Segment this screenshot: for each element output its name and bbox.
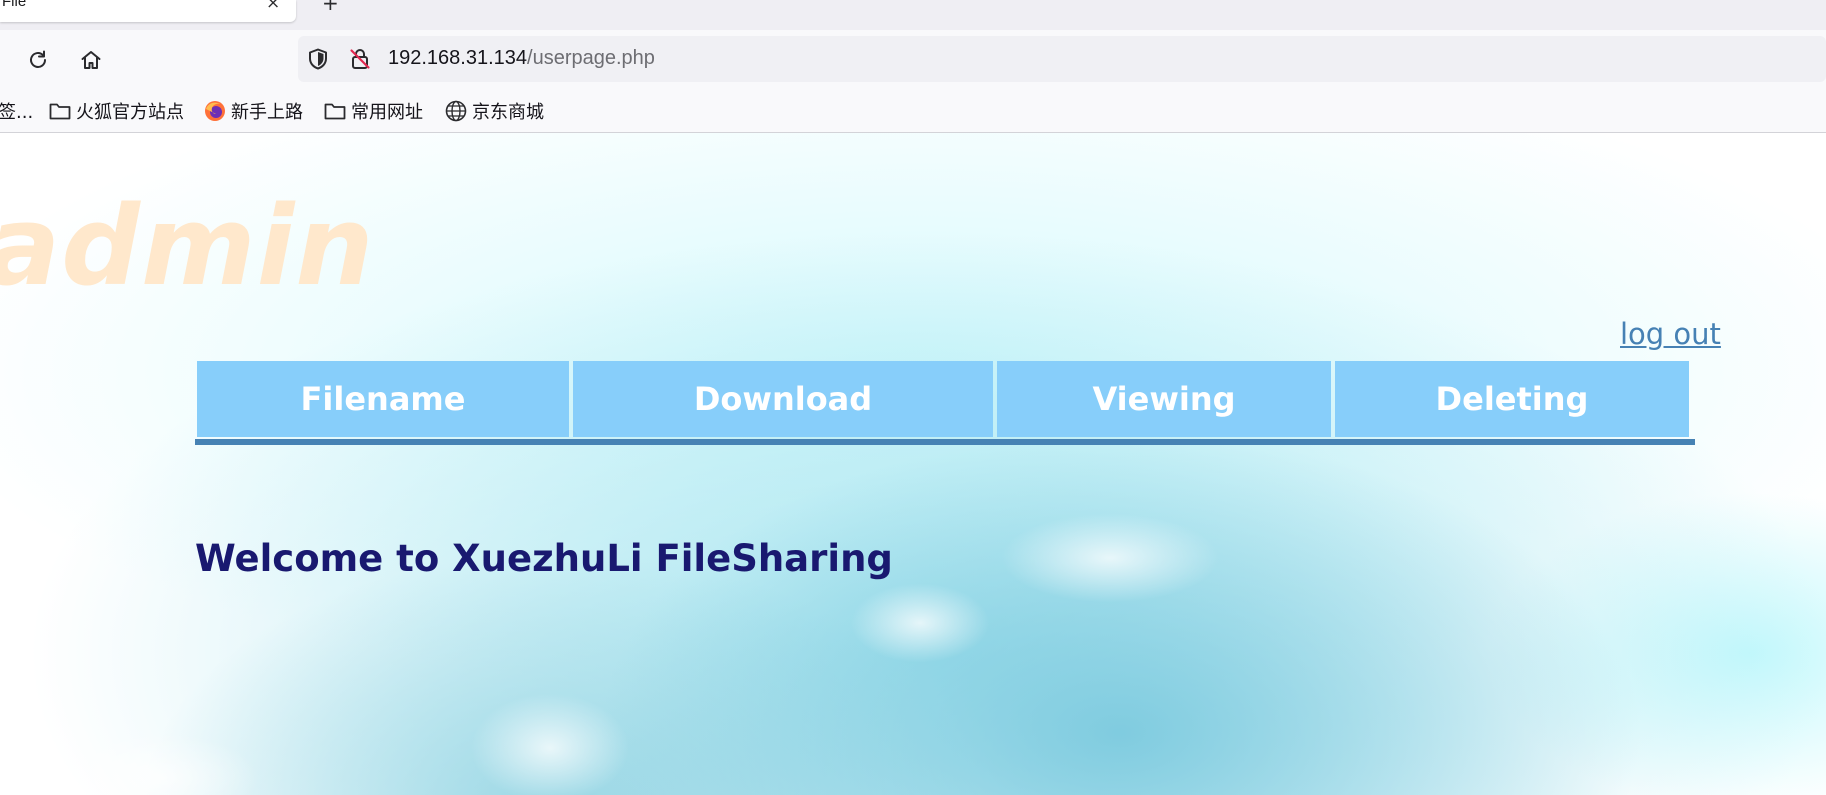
url-text[interactable]: 192.168.31.134/userpage.php — [388, 47, 655, 70]
column-header-deleting: Deleting — [1335, 361, 1689, 437]
cloud-shape — [850, 583, 990, 663]
browser-tab[interactable]: File × — [0, 0, 296, 22]
column-header-download: Download — [573, 361, 993, 437]
bookmark-firefox-official[interactable]: 火狐官方站点 — [49, 98, 184, 124]
new-tab-button[interactable]: + — [322, 0, 339, 15]
home-icon — [81, 51, 101, 69]
username-banner: admin — [0, 182, 375, 310]
bookmark-common-sites[interactable]: 常用网址 — [324, 98, 423, 124]
bookmark-label: 签... — [0, 102, 34, 123]
bookmark-getting-started[interactable]: 新手上路 — [204, 98, 303, 124]
page-content: admin log out Filename Download Viewing … — [0, 133, 1826, 795]
home-button[interactable] — [73, 42, 109, 78]
bookmark-label: 火狐官方站点 — [76, 102, 184, 123]
firefox-icon — [205, 101, 225, 121]
globe-icon — [445, 100, 467, 122]
bookmark-label: 新手上路 — [231, 102, 303, 123]
table-header-rule — [195, 439, 1695, 445]
reload-icon — [30, 50, 46, 68]
bookmark-jd-mall[interactable]: 京东商城 — [445, 98, 544, 124]
address-bar[interactable]: 192.168.31.134/userpage.php — [298, 36, 1826, 82]
welcome-heading: Welcome to XuezhuLi FileSharing — [195, 537, 893, 580]
cloud-shape — [1000, 513, 1220, 603]
url-path: /userpage.php — [527, 47, 655, 69]
logout-link[interactable]: log out — [1620, 317, 1721, 351]
reload-button[interactable] — [20, 42, 56, 78]
bookmarks-toolbar: 签... 火狐官方站点 新手上路 常用网址 京东商城 — [0, 90, 1826, 133]
tab-close-icon[interactable]: × — [266, 0, 280, 13]
insecure-lock-icon[interactable] — [348, 47, 372, 71]
folder-icon — [324, 103, 346, 120]
url-host: 192.168.31.134 — [388, 47, 528, 69]
bookmark-label: 常用网址 — [351, 102, 423, 123]
column-header-filename: Filename — [197, 361, 569, 437]
bookmark-item-truncated[interactable]: 签... — [0, 98, 33, 124]
shield-icon[interactable] — [306, 47, 330, 71]
folder-icon — [49, 103, 71, 120]
bookmark-label: 京东商城 — [472, 102, 544, 123]
tab-strip: File × + — [0, 0, 1826, 30]
file-table: Filename Download Viewing Deleting — [195, 361, 1695, 445]
tab-title: File — [2, 0, 27, 10]
navigation-toolbar: 192.168.31.134/userpage.php — [0, 30, 1826, 90]
cloud-shape — [470, 693, 630, 795]
column-header-viewing: Viewing — [997, 361, 1331, 437]
